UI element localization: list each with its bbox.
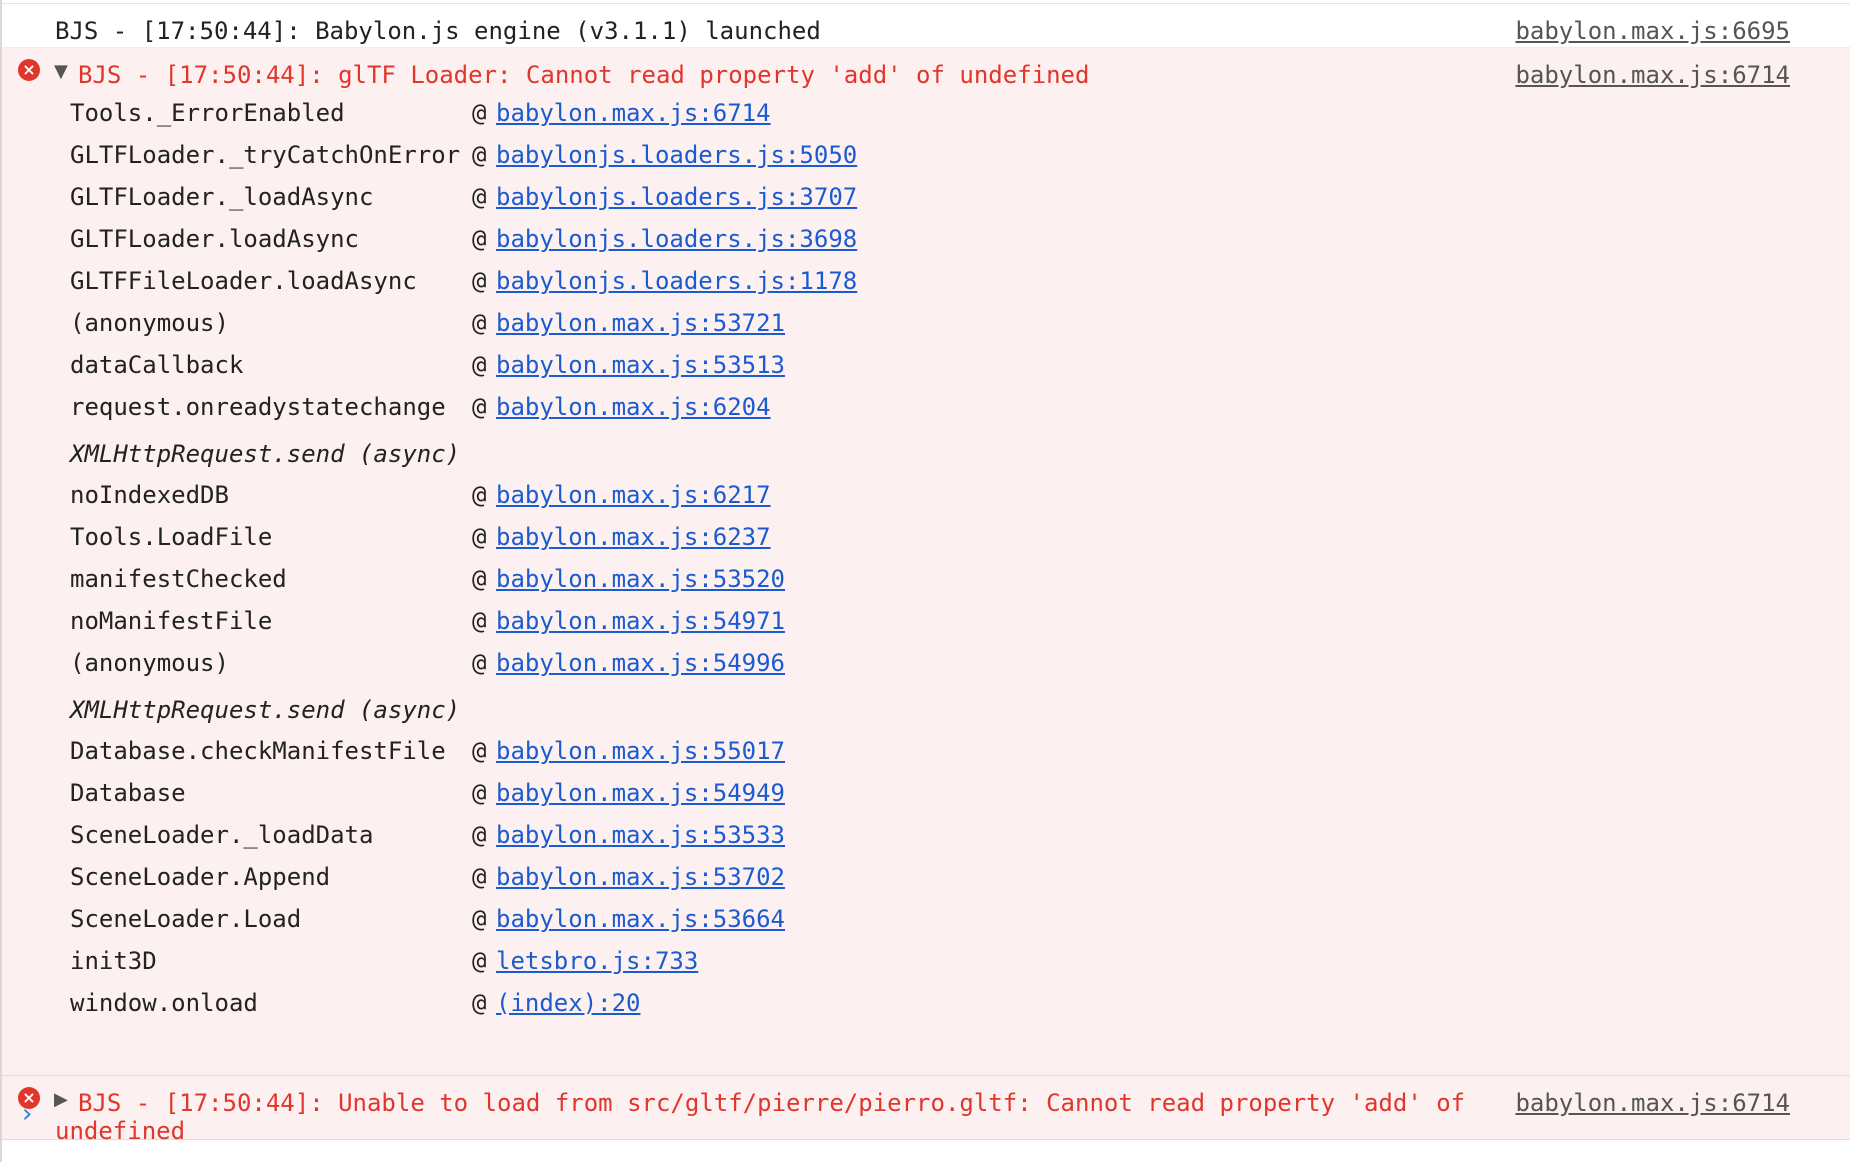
stack-frame-at-sign: @ — [472, 821, 487, 849]
stack-frame-source-link[interactable]: babylon.max.js:54949 — [496, 779, 785, 807]
stack-frame-at-sign: @ — [472, 947, 487, 975]
stack-frame-source-link[interactable]: babylon.max.js:6204 — [496, 393, 771, 421]
stack-frame-at-sign: @ — [472, 523, 487, 551]
stack-frame-at-sign: @ — [472, 99, 487, 127]
stack-frame-source-link[interactable]: babylon.max.js:54971 — [496, 607, 785, 635]
stack-frame-at-sign: @ — [472, 779, 487, 807]
stack-frame-source-link[interactable]: babylonjs.loaders.js:3698 — [496, 225, 857, 253]
stack-frame-source-link[interactable]: babylon.max.js:53664 — [496, 905, 785, 933]
console-prompt-chevron-icon: › — [22, 1099, 33, 1129]
stack-frame-at-sign: @ — [472, 225, 487, 253]
stack-frame-function: XMLHttpRequest.send (async) — [70, 696, 461, 724]
stack-frame-function: window.onload — [70, 989, 258, 1017]
stack-frame-source-link[interactable]: babylon.max.js:53520 — [496, 565, 785, 593]
stack-frame-source-link[interactable]: babylon.max.js:53513 — [496, 351, 785, 379]
stack-frame-at-sign: @ — [472, 863, 487, 891]
stack-frame-at-sign: @ — [472, 607, 487, 635]
stack-frame-function: manifestChecked — [70, 565, 287, 593]
stack-frame-function: Tools._ErrorEnabled — [70, 99, 345, 127]
stack-frame-function: GLTFFileLoader.loadAsync — [70, 267, 417, 295]
stack-frame-at-sign: @ — [472, 481, 487, 509]
stack-frame-at-sign: @ — [472, 183, 487, 211]
stack-frame-at-sign: @ — [472, 737, 487, 765]
stack-frame-function: init3D — [70, 947, 157, 975]
stack-frame-source-link[interactable]: (index):20 — [496, 989, 641, 1017]
stack-frame-at-sign: @ — [472, 267, 487, 295]
error-message-text: BJS - [17:50:44]: glTF Loader: Cannot re… — [78, 61, 1090, 89]
stack-frame-function: SceneLoader.Append — [70, 863, 331, 891]
stack-frame-source-link[interactable]: babylon.max.js:54996 — [496, 649, 785, 677]
stack-frame-function: SceneLoader.Load — [70, 905, 302, 933]
stack-frame-function: noIndexedDB — [70, 481, 229, 509]
stack-frame-at-sign: @ — [472, 989, 487, 1017]
stack-frame-function: request.onreadystatechange — [70, 393, 446, 421]
collapse-triangle-icon[interactable]: ▼ — [54, 58, 68, 86]
log-message-text: BJS - [17:50:44]: Babylon.js engine (v3.… — [55, 17, 821, 45]
stack-frame-source-link[interactable]: babylonjs.loaders.js:5050 — [496, 141, 857, 169]
stack-frame-function: (anonymous) — [70, 309, 229, 337]
stack-frame-function: noManifestFile — [70, 607, 273, 635]
stack-frame-source-link[interactable]: babylon.max.js:6217 — [496, 481, 771, 509]
stack-frame-function: Database — [70, 779, 186, 807]
stack-frame-function: SceneLoader._loadData — [70, 821, 374, 849]
stack-frame-source-link[interactable]: babylon.max.js:55017 — [496, 737, 785, 765]
stack-frame-source-link[interactable]: babylonjs.loaders.js:1178 — [496, 267, 857, 295]
stack-frame-at-sign: @ — [472, 649, 487, 677]
stack-frame-at-sign: @ — [472, 141, 487, 169]
stack-frame-function: GLTFLoader._tryCatchOnError — [70, 141, 461, 169]
log-message-source-link[interactable]: babylon.max.js:6695 — [1515, 17, 1790, 45]
stack-frame-source-link[interactable]: babylonjs.loaders.js:3707 — [496, 183, 857, 211]
stack-frame-function: dataCallback — [70, 351, 244, 379]
stack-frame-source-link[interactable]: babylon.max.js:6714 — [496, 99, 771, 127]
stack-frame-function: (anonymous) — [70, 649, 229, 677]
stack-frame-source-link[interactable]: babylon.max.js:6237 — [496, 523, 771, 551]
stack-frame-function: GLTFLoader.loadAsync — [70, 225, 359, 253]
stack-frame-at-sign: @ — [472, 393, 487, 421]
console-input[interactable] — [58, 1096, 1762, 1134]
error-icon: × — [18, 59, 40, 81]
stack-frame-function: Tools.LoadFile — [70, 523, 273, 551]
stack-frame-source-link[interactable]: babylon.max.js:53702 — [496, 863, 785, 891]
error-message-source-link[interactable]: babylon.max.js:6714 — [1515, 61, 1790, 89]
stack-frame-at-sign: @ — [472, 309, 487, 337]
stack-frame-source-link[interactable]: babylon.max.js:53533 — [496, 821, 785, 849]
console-log-message: BJS - [17:50:44]: Babylon.js engine (v3.… — [2, 4, 1850, 48]
stack-frame-at-sign: @ — [472, 351, 487, 379]
stack-frame-function: GLTFLoader._loadAsync — [70, 183, 374, 211]
stack-frame-at-sign: @ — [472, 905, 487, 933]
devtools-console: BJS - [17:50:44]: Babylon.js engine (v3.… — [0, 0, 1850, 1162]
stack-frame-source-link[interactable]: babylon.max.js:53721 — [496, 309, 785, 337]
console-error-message-expanded: × ▼ BJS - [17:50:44]: glTF Loader: Canno… — [2, 48, 1850, 1076]
stack-frame-source-link[interactable]: letsbro.js:733 — [496, 947, 698, 975]
stack-frame-at-sign: @ — [472, 565, 487, 593]
stack-frame-function: Database.checkManifestFile — [70, 737, 446, 765]
stack-frame-function: XMLHttpRequest.send (async) — [70, 440, 461, 468]
